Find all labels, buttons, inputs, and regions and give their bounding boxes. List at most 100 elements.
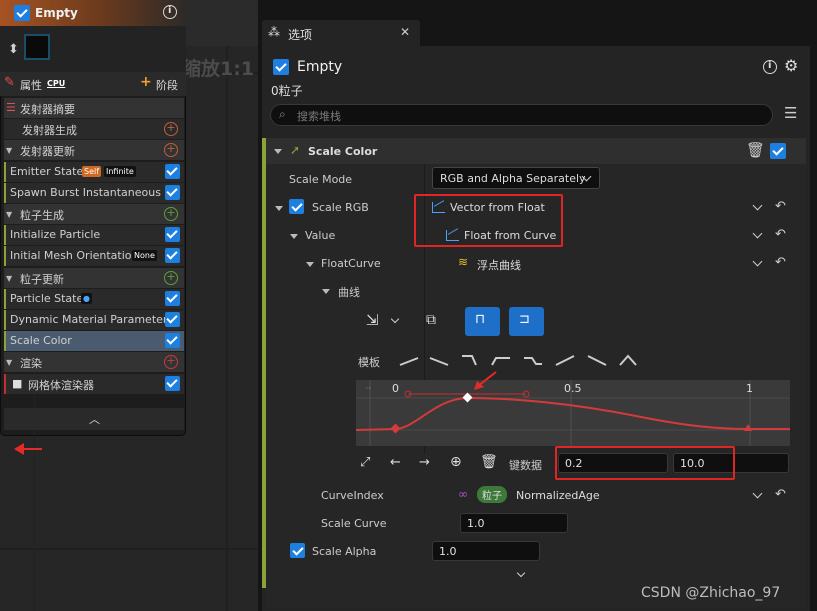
panel-tab-bar: ⁂ 选项 ✕ bbox=[258, 0, 817, 46]
graph-canvas[interactable]: 缩放1:1 Empty ⬍ ✎ 属性 CPU + 阶段 ☰ 发射器摘要发射器生成 +… bbox=[0, 0, 258, 611]
collapse-arrow-icon[interactable]: ▼ bbox=[6, 146, 12, 155]
add-key-icon[interactable]: ⊕ bbox=[450, 454, 462, 470]
node-module-row[interactable]: Particle State ● bbox=[4, 288, 184, 309]
svg-text:1.0: 1.0 bbox=[366, 386, 371, 390]
node-module-row[interactable]: Scale Color bbox=[4, 331, 184, 352]
delete-key-icon[interactable]: 🗑 bbox=[480, 454, 498, 470]
properties-icon: ✎ bbox=[4, 75, 15, 90]
prev-key-icon[interactable]: ← bbox=[390, 455, 401, 470]
expand-arrow-icon[interactable] bbox=[275, 206, 283, 211]
emitter-node[interactable]: Empty ⬍ ✎ 属性 CPU + 阶段 ☰ 发射器摘要发射器生成 + ▼ 发射器更新… bbox=[0, 0, 186, 436]
node-module-row[interactable]: Spawn Burst Instantaneous bbox=[4, 182, 184, 203]
scale-mode-value: RGB and Alpha Separately bbox=[440, 172, 586, 185]
next-key-icon[interactable]: → bbox=[419, 455, 430, 470]
info-icon[interactable] bbox=[163, 5, 177, 19]
module-enabled-checkbox[interactable] bbox=[770, 143, 786, 159]
module-stripe bbox=[4, 225, 6, 246]
pin-icon[interactable]: ⬍ bbox=[8, 42, 19, 57]
scale-alpha-checkbox[interactable] bbox=[290, 543, 305, 558]
value-label: Value bbox=[305, 229, 336, 242]
curve-index-value[interactable]: NormalizedAge bbox=[516, 489, 600, 502]
node-module-row[interactable]: 发射器生成 + bbox=[4, 119, 184, 140]
expand-arrow-icon[interactable] bbox=[322, 289, 330, 294]
tab-options[interactable]: ⁂ 选项 ✕ bbox=[262, 20, 420, 46]
curve-options-icon[interactable]: ⇲ bbox=[366, 311, 379, 329]
delete-icon[interactable]: 🗑 bbox=[746, 141, 765, 159]
node-section-header[interactable]: ☰ 发射器摘要 bbox=[4, 98, 184, 118]
node-module-row[interactable]: Initialize Particle bbox=[4, 225, 184, 246]
scale-curve-label: Scale Curve bbox=[321, 517, 387, 530]
add-module-icon[interactable]: + bbox=[164, 122, 178, 137]
node-section-header[interactable]: ▼ 渲染 + bbox=[4, 352, 184, 373]
emitter-enabled-checkbox[interactable] bbox=[14, 5, 30, 21]
module-enabled-checkbox[interactable] bbox=[165, 312, 180, 327]
module-stripe bbox=[4, 161, 6, 182]
curve-graph[interactable]: 1.0 0 0.5 1 bbox=[356, 380, 790, 446]
add-module-icon[interactable]: + bbox=[164, 207, 178, 221]
collapse-arrow-icon[interactable]: ▼ bbox=[6, 274, 12, 283]
module-enabled-checkbox[interactable] bbox=[165, 248, 180, 264]
settings-gear-icon[interactable]: ⚙ bbox=[784, 56, 798, 75]
node-module-row[interactable]: Initial Mesh Orientation None bbox=[4, 246, 184, 267]
collapse-arrow-icon[interactable] bbox=[274, 149, 282, 154]
module-stripe bbox=[4, 182, 6, 203]
node-header[interactable]: Empty bbox=[0, 0, 186, 26]
add-module-icon[interactable]: + bbox=[164, 270, 178, 285]
module-enabled-checkbox[interactable] bbox=[165, 163, 180, 179]
node-module-row[interactable]: Dynamic Material Parameters bbox=[4, 310, 184, 330]
scale-mode-dropdown[interactable]: RGB and Alpha Separately bbox=[432, 167, 600, 189]
particle-state-icon: ● bbox=[81, 292, 92, 304]
close-icon[interactable]: ✕ bbox=[400, 25, 410, 39]
scale-alpha-input[interactable]: 1.0 bbox=[432, 541, 540, 561]
add-stage-icon[interactable]: + bbox=[140, 74, 152, 90]
expand-arrow-icon[interactable] bbox=[306, 262, 314, 267]
axis-tick-0: 0 bbox=[392, 382, 399, 395]
collapse-node-button[interactable]: ︿ bbox=[4, 408, 184, 430]
module-enabled-checkbox[interactable] bbox=[165, 333, 180, 349]
expand-arrow-icon[interactable] bbox=[290, 234, 298, 239]
module-enabled-checkbox[interactable] bbox=[165, 290, 180, 306]
module-stripe bbox=[4, 246, 6, 267]
node-section-header[interactable]: ▼ 发射器更新 + bbox=[4, 140, 184, 161]
add-module-icon[interactable]: + bbox=[164, 143, 178, 158]
summary-icon[interactable]: ☰ bbox=[6, 101, 16, 114]
reset-icon[interactable]: ↶ bbox=[775, 199, 786, 214]
search-input[interactable]: ⌕ 搜索堆栈 bbox=[270, 104, 773, 126]
node-row-label: 发射器生成 bbox=[22, 124, 77, 138]
module-enabled-checkbox[interactable] bbox=[165, 184, 180, 200]
scale-rgb-label: Scale RGB bbox=[312, 201, 369, 214]
info-icon[interactable] bbox=[763, 60, 777, 74]
scale-curve-input[interactable]: 1.0 bbox=[460, 513, 568, 533]
key-data-label: 键数据 bbox=[509, 459, 542, 472]
module-title: Scale Color bbox=[308, 145, 378, 158]
scale-curve-value: 1.0 bbox=[467, 517, 485, 530]
add-module-icon[interactable]: + bbox=[164, 355, 178, 370]
module-header[interactable]: ➚ Scale Color 🗑 bbox=[266, 138, 806, 164]
post-infinity-button[interactable]: ⊐ bbox=[509, 307, 544, 336]
highlight-box-curve-source bbox=[414, 194, 563, 247]
module-enabled-checkbox[interactable] bbox=[165, 375, 180, 391]
filter-icon[interactable]: ☰ bbox=[784, 104, 797, 122]
reset-icon[interactable]: ↶ bbox=[775, 227, 786, 242]
node-row-label: Initialize Particle bbox=[10, 228, 101, 242]
reset-icon[interactable]: ↶ bbox=[775, 255, 786, 270]
node-row-label: 粒子生成 bbox=[20, 209, 64, 222]
node-module-row[interactable]: Emitter State Self Infinite bbox=[4, 161, 184, 182]
preview-thumbnail[interactable] bbox=[24, 34, 50, 60]
tab-properties[interactable]: 属性 bbox=[20, 77, 42, 93]
emitter-enabled-checkbox[interactable] bbox=[273, 59, 289, 75]
open-curve-editor-icon[interactable]: ⧉ bbox=[426, 312, 436, 328]
collapse-arrow-icon[interactable]: ▼ bbox=[6, 210, 12, 219]
fit-icon[interactable]: ⤢ bbox=[360, 455, 370, 470]
collapse-arrow-icon[interactable]: ▼ bbox=[6, 358, 12, 367]
reset-icon[interactable]: ↶ bbox=[775, 487, 786, 502]
scale-rgb-checkbox[interactable] bbox=[289, 199, 304, 214]
node-section-header[interactable]: ▼ 粒子更新 + bbox=[4, 267, 184, 288]
module-stripe bbox=[4, 373, 6, 394]
module-enabled-checkbox[interactable] bbox=[165, 227, 180, 243]
curve-templates[interactable] bbox=[396, 350, 646, 370]
add-stage-button[interactable]: 阶段 bbox=[156, 77, 178, 93]
node-section-header[interactable]: ▼ 粒子生成 + bbox=[4, 204, 184, 224]
node-module-row[interactable]: ■ 网格体渲染器 bbox=[4, 373, 184, 394]
pre-infinity-button[interactable]: ⊓ bbox=[465, 307, 500, 336]
